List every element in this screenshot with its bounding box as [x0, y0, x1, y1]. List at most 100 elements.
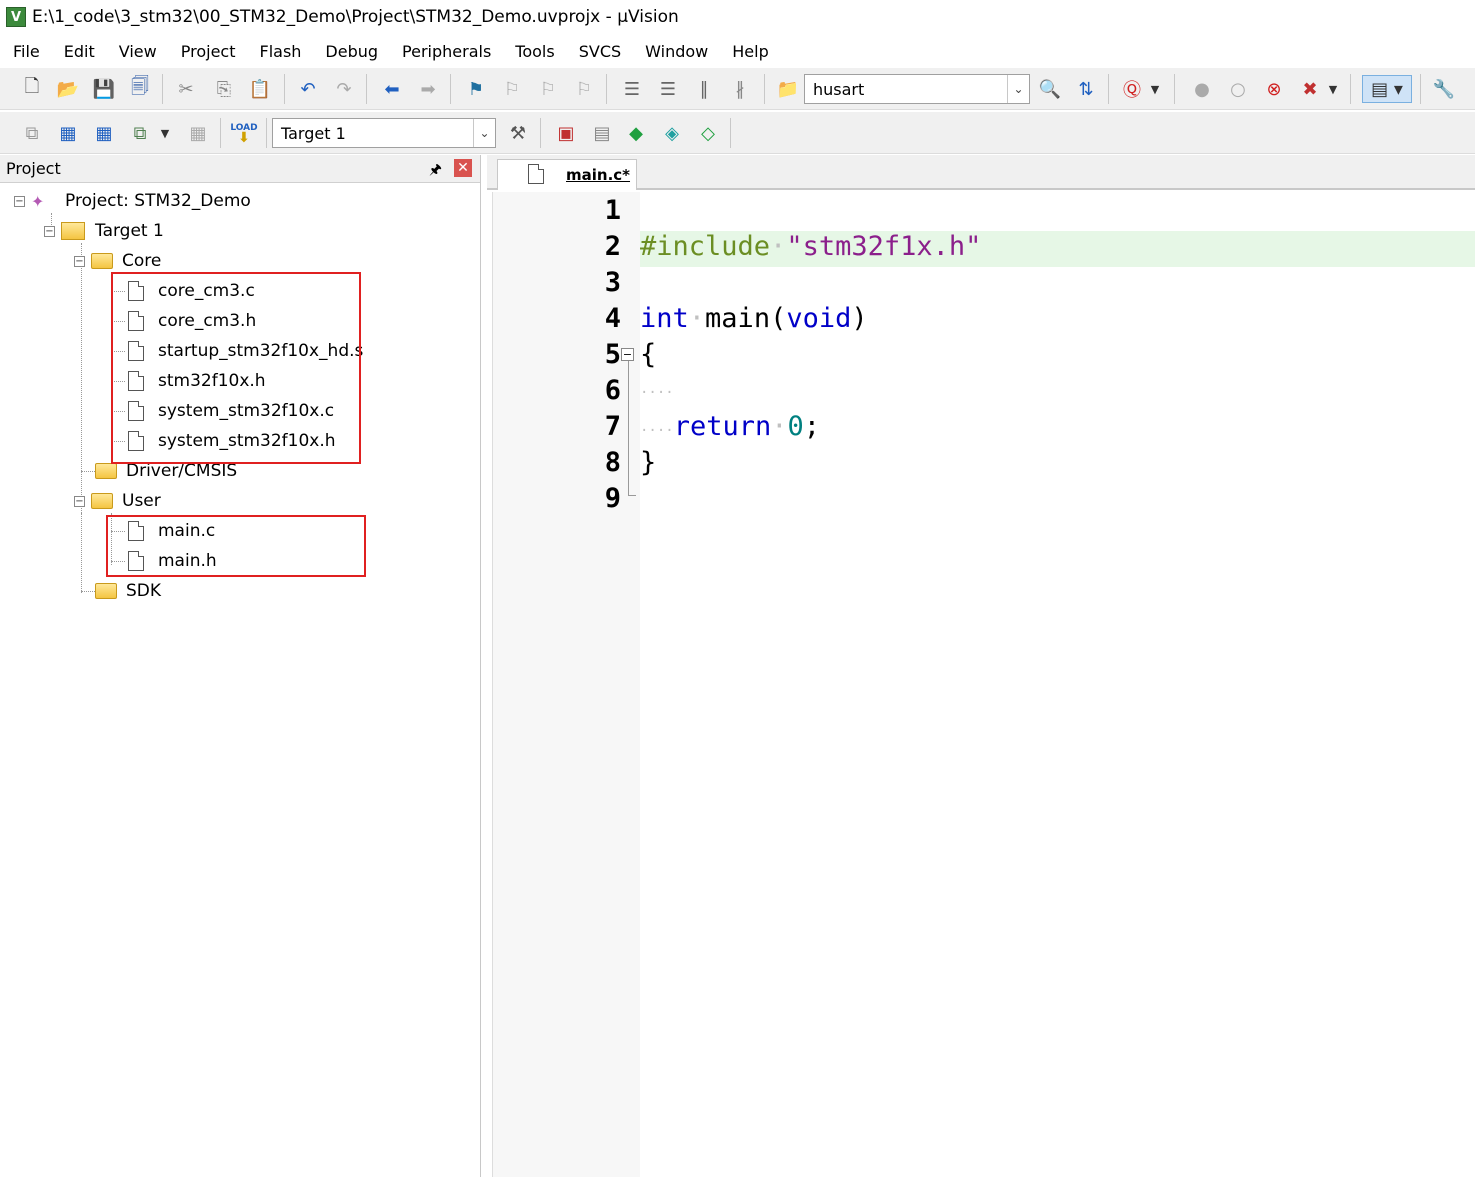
chevron-down-icon[interactable]: ⌄	[1007, 75, 1029, 103]
include-header: "stm32f1x.h"	[786, 231, 982, 262]
breakpoint-dropdown-icon[interactable]: ▼	[1324, 75, 1342, 103]
find-combo[interactable]: husart ⌄	[804, 74, 1030, 104]
return-value: 0	[787, 411, 804, 442]
menu-help[interactable]: Help	[719, 42, 779, 61]
semicolon: ;	[803, 411, 821, 442]
uncomment-icon[interactable]: ∦	[726, 75, 754, 103]
tree-group-sdk[interactable]: SDK	[95, 576, 161, 606]
find-combo-value: husart	[813, 79, 865, 99]
menu-window[interactable]: Window	[632, 42, 719, 61]
return-keyword: return	[673, 411, 772, 442]
find-icon[interactable]: 🔍	[1036, 75, 1064, 103]
menu-flash[interactable]: Flash	[246, 42, 312, 61]
enable-breakpoint-icon[interactable]: ○	[1224, 75, 1252, 103]
stop-build-icon[interactable]: ▦	[184, 119, 212, 147]
debug-session-icon[interactable]: Ⓠ	[1118, 75, 1146, 103]
new-file-icon[interactable]: 🗋	[18, 75, 46, 103]
line-number: 7	[604, 411, 621, 442]
menu-svcs[interactable]: SVCS	[566, 42, 632, 61]
target-options-icon[interactable]: ⚒	[504, 119, 532, 147]
pin-icon[interactable]: 🖈	[429, 159, 442, 183]
save-all-icon[interactable]: 🗐	[126, 75, 154, 103]
code-line-8: }	[640, 447, 656, 478]
chevron-down-icon[interactable]: ⌄	[473, 119, 495, 147]
target-select-value: Target 1	[281, 123, 346, 143]
navigate-back-icon[interactable]: ⬅	[378, 75, 406, 103]
line-number: 2	[604, 231, 621, 262]
indent-icon[interactable]: ☰	[618, 75, 646, 103]
paren-close: )	[851, 303, 868, 334]
file-extensions-icon[interactable]: ▣	[552, 119, 580, 147]
pack-installer-icon[interactable]: ◈	[658, 119, 686, 147]
bookmark-icon[interactable]: ⚑	[462, 75, 490, 103]
code-line-4: int·main(void)	[640, 303, 868, 334]
prev-bookmark-icon[interactable]: ⚐	[498, 75, 526, 103]
batch-dropdown-icon[interactable]: ▼	[156, 119, 174, 147]
rebuild-icon[interactable]: ▦	[90, 119, 118, 147]
code-line-6: ····	[640, 385, 674, 401]
disable-breakpoints-icon[interactable]: ⊗	[1260, 75, 1288, 103]
title-bar: V E:\1_code\3_stm32\00_STM32_Demo\Projec…	[0, 0, 1475, 34]
redo-icon[interactable]: ↷	[330, 75, 358, 103]
select-packs-icon[interactable]: ◇	[694, 119, 722, 147]
highlight-box-core-files	[111, 272, 361, 464]
copy-icon[interactable]: ⎘	[210, 75, 238, 103]
code-editor[interactable]: #include·"stm32f1x.h" int·main(void) { ·…	[640, 192, 1475, 1177]
folder-icon	[95, 463, 117, 479]
open-folder-icon[interactable]: 📂	[54, 75, 82, 103]
editor-area: main.c* 1 2 3 4 5 6 7 8 9 − #include·"st…	[487, 155, 1475, 1177]
close-icon[interactable]: ✕	[454, 159, 472, 177]
batch-build-icon[interactable]: ⧉	[126, 119, 154, 147]
fold-toggle-icon[interactable]: −	[621, 348, 634, 361]
param-type: void	[786, 303, 852, 334]
incremental-find-icon[interactable]: ⇅	[1072, 75, 1100, 103]
undo-icon[interactable]: ↶	[294, 75, 322, 103]
line-number: 9	[604, 483, 621, 514]
target-icon	[61, 222, 85, 240]
next-bookmark-icon[interactable]: ⚐	[534, 75, 562, 103]
collapse-icon[interactable]: −	[44, 225, 55, 237]
comment-icon[interactable]: ∥	[690, 75, 718, 103]
uvision-app-icon: V	[6, 7, 26, 27]
run-time-environment-icon[interactable]: ◆	[622, 119, 650, 147]
navigate-forward-icon[interactable]: ➡	[414, 75, 442, 103]
paste-icon[interactable]: 📋	[246, 75, 274, 103]
line-number: 3	[604, 267, 621, 298]
clear-bookmarks-icon[interactable]: ⚐	[570, 75, 598, 103]
tree-project-root[interactable]: − ✦ Project: STM32_Demo	[14, 186, 251, 216]
tab-main-c[interactable]: main.c*	[497, 159, 637, 190]
translate-icon[interactable]: ⧉	[18, 119, 46, 147]
open-brace: {	[640, 339, 657, 370]
download-icon[interactable]: LOAD ⬇	[230, 119, 258, 147]
tree-group-user[interactable]: − User	[74, 486, 161, 516]
configure-icon[interactable]: 🔧	[1430, 75, 1458, 103]
collapse-icon[interactable]: −	[14, 195, 25, 207]
line-number: 8	[604, 447, 621, 478]
collapse-icon[interactable]: −	[74, 495, 85, 507]
kill-breakpoints-icon[interactable]: ✖	[1296, 75, 1324, 103]
debug-dropdown-icon[interactable]: ▼	[1146, 75, 1164, 103]
code-line-7: ····return·0;	[640, 411, 821, 442]
menu-debug[interactable]: Debug	[312, 42, 389, 61]
manage-components-icon[interactable]: ▤	[588, 119, 616, 147]
unindent-icon[interactable]: ☰	[654, 75, 682, 103]
target-select[interactable]: Target 1 ⌄	[272, 118, 496, 148]
menu-edit[interactable]: Edit	[51, 42, 106, 61]
group-name: User	[122, 491, 161, 511]
menu-project[interactable]: Project	[168, 42, 247, 61]
tree-target[interactable]: − Target 1	[44, 216, 164, 246]
save-icon[interactable]: 💾	[90, 75, 118, 103]
menu-file[interactable]: File	[0, 42, 51, 61]
build-icon[interactable]: ▦	[54, 119, 82, 147]
menu-view[interactable]: View	[106, 42, 168, 61]
cut-icon[interactable]: ✂	[172, 75, 200, 103]
menu-peripherals[interactable]: Peripherals	[389, 42, 502, 61]
folder-open-icon	[91, 253, 113, 269]
insert-breakpoint-icon[interactable]: ●	[1188, 75, 1216, 103]
collapse-icon[interactable]: −	[74, 255, 85, 267]
find-in-files-icon[interactable]: 📁	[774, 75, 802, 103]
group-name: Driver/CMSIS	[126, 461, 238, 481]
menu-tools[interactable]: Tools	[502, 42, 565, 61]
project-name: Project: STM32_Demo	[65, 191, 251, 211]
window-layout-icon[interactable]: ▤ ▾	[1362, 75, 1412, 103]
